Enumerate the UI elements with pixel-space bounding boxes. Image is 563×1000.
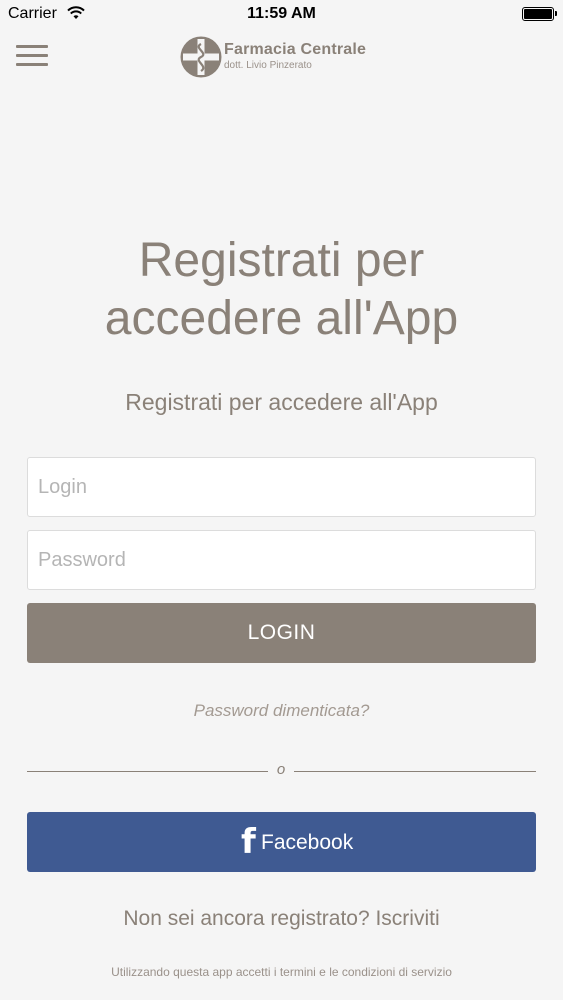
- login-screen: Carrier 11:59 AM Farmacia Centrale dott.…: [0, 0, 563, 1000]
- logo-subtitle: dott. Livio Pinzerato: [224, 60, 312, 71]
- divider-text: o: [276, 761, 286, 778]
- login-button[interactable]: LOGIN: [27, 603, 536, 663]
- facebook-icon: f: [241, 822, 256, 862]
- page-subtitle: Registrati per accedere all'App: [125, 389, 438, 415]
- divider-left: [27, 771, 268, 772]
- page-title-line-1: Registrati per: [138, 234, 425, 287]
- password-input[interactable]: [27, 530, 536, 590]
- forgot-password-link[interactable]: Password dimenticata?: [0, 701, 563, 721]
- status-bar: Carrier 11:59 AM: [0, 0, 563, 30]
- pharmacy-cross-icon: [180, 36, 222, 78]
- login-input[interactable]: [27, 457, 536, 517]
- divider-right: [294, 771, 536, 772]
- facebook-label: Facebook: [261, 831, 354, 854]
- hamburger-icon: [16, 45, 48, 48]
- menu-button[interactable]: [16, 43, 50, 69]
- battery-icon: [522, 7, 557, 21]
- facebook-login-button[interactable]: f Facebook: [27, 812, 536, 872]
- terms-text: Utilizzando questa app accetti i termini…: [111, 965, 452, 979]
- clock: 11:59 AM: [247, 5, 316, 22]
- page-title: Registrati per accedere all'App: [0, 232, 563, 348]
- page-title-line-2: accedere all'App: [104, 292, 459, 345]
- logo-title: Farmacia Centrale: [224, 41, 367, 58]
- register-link[interactable]: Non sei ancora registrato? Iscriviti: [0, 907, 563, 931]
